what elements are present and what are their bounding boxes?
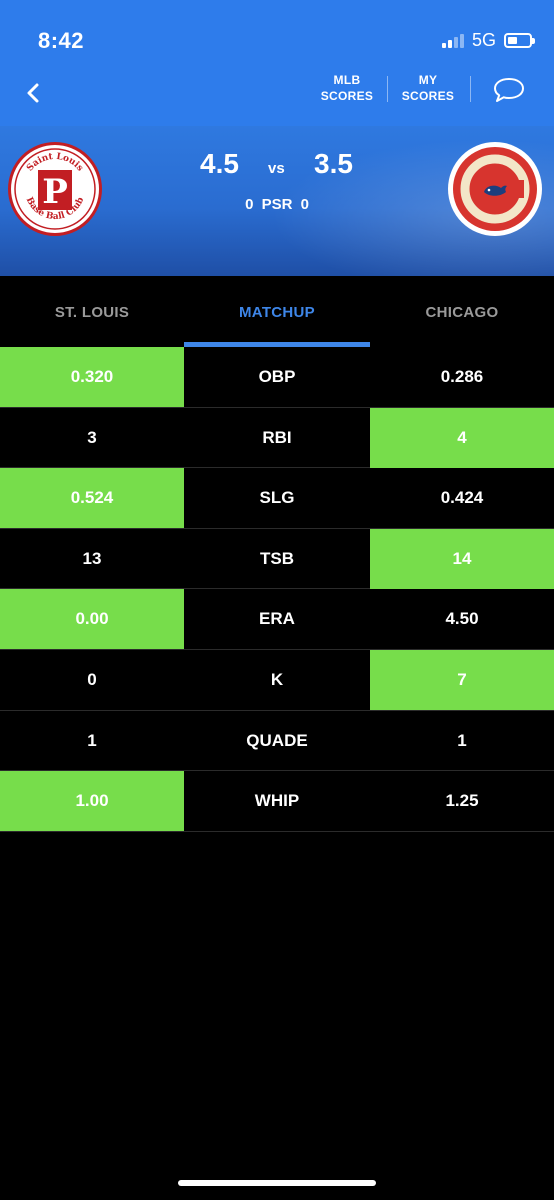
stat-label: TSB xyxy=(260,548,294,568)
stat-label: K xyxy=(270,669,284,689)
stat-row-era: 0.00 ERA 4.50 xyxy=(0,589,554,650)
tab-matchup[interactable]: MATCHUP xyxy=(184,276,370,348)
tab-label: CHICAGO xyxy=(425,303,499,321)
home-stat-value: 0.286 xyxy=(440,367,484,386)
team-tabs: ST. LOUIS MATCHUP CHICAGO xyxy=(0,276,554,348)
away-stat-value: 13 xyxy=(82,548,102,568)
chicago-logo[interactable]: C xyxy=(448,142,542,236)
home-stat-value: 0.424 xyxy=(440,488,484,508)
nav-divider xyxy=(470,76,471,102)
my-scores-label: MY SCORES xyxy=(401,73,455,103)
tab-label: ST. LOUIS xyxy=(54,303,130,321)
home-stat-value: 1 xyxy=(457,730,467,750)
vs-label: vs xyxy=(268,160,285,177)
away-stat-value: 1.00 xyxy=(0,771,184,832)
stat-label: QUADE xyxy=(246,730,308,750)
stat-row-tsb: 13 TSB 14 xyxy=(0,528,554,590)
chat-button[interactable] xyxy=(492,76,526,104)
chicago-logo-mark: C xyxy=(449,143,541,235)
mlb-scores-label: MLB SCORES xyxy=(320,73,374,103)
mlb-scores-link[interactable]: MLB SCORES xyxy=(318,72,376,104)
stat-row-rbi: 3 RBI 4 xyxy=(0,407,554,469)
matchup-stats-table: 0.320 OBP 0.286 3 RBI 4 0.524 SLG 0.424 13 TSB 14 0.… xyxy=(0,347,554,832)
back-button[interactable] xyxy=(22,80,46,106)
home-stat-value: 4 xyxy=(370,407,554,468)
away-stat-value: 3 xyxy=(87,427,97,447)
away-score: 4.5 xyxy=(200,148,239,179)
away-stat-value: 1 xyxy=(87,730,97,750)
signal-icon xyxy=(441,33,464,48)
chat-bubble-icon xyxy=(494,78,524,102)
status-indicators: 5G xyxy=(441,30,535,51)
tab-label: MATCHUP xyxy=(239,303,315,321)
tab-chicago[interactable]: CHICAGO xyxy=(370,276,554,348)
home-score: 3.5 xyxy=(314,148,353,179)
home-stat-value: 14 xyxy=(370,528,554,589)
app-header: 8:42 5G MLB SCORES MY SCORES xyxy=(0,0,554,126)
home-stat-value: 1.25 xyxy=(445,791,479,811)
away-stat-value: 0.524 xyxy=(0,468,184,529)
my-scores-link[interactable]: MY SCORES xyxy=(398,72,458,104)
tab-st-louis[interactable]: ST. LOUIS xyxy=(0,276,184,348)
st-louis-logo[interactable]: Saint Louis Base Ball Club P xyxy=(8,142,102,236)
back-chevron-icon xyxy=(27,83,39,103)
stat-row-quade: 1 QUADE 1 xyxy=(0,711,554,772)
network-label: 5G xyxy=(471,30,496,50)
st-louis-logo-mark: Saint Louis Base Ball Club P xyxy=(14,148,96,230)
status-time: 8:42 xyxy=(38,28,85,53)
stat-label: SLG xyxy=(259,488,295,508)
stat-label: RBI xyxy=(262,427,292,447)
stat-label: OBP xyxy=(258,367,296,386)
away-stat-value: 0.320 xyxy=(0,347,184,407)
away-stat-value: 0.00 xyxy=(0,589,184,650)
stat-row-obp: 0.320 OBP 0.286 xyxy=(0,347,554,408)
stat-row-k: 0 K 7 xyxy=(0,649,554,711)
away-stat-value: 0 xyxy=(87,669,97,689)
home-stat-value: 7 xyxy=(370,649,554,710)
home-indicator[interactable] xyxy=(178,1180,376,1186)
stat-row-whip: 1.00 WHIP 1.25 xyxy=(0,771,554,832)
stat-label: WHIP xyxy=(254,791,300,811)
battery-icon xyxy=(504,33,535,48)
stat-row-slg: 0.524 SLG 0.424 xyxy=(0,468,554,529)
home-stat-value: 4.50 xyxy=(445,609,479,629)
stat-label: ERA xyxy=(259,609,295,629)
nav-divider xyxy=(387,76,388,102)
game-banner: Saint Louis Base Ball Club P 4.5 vs 3.5 … xyxy=(0,126,554,276)
